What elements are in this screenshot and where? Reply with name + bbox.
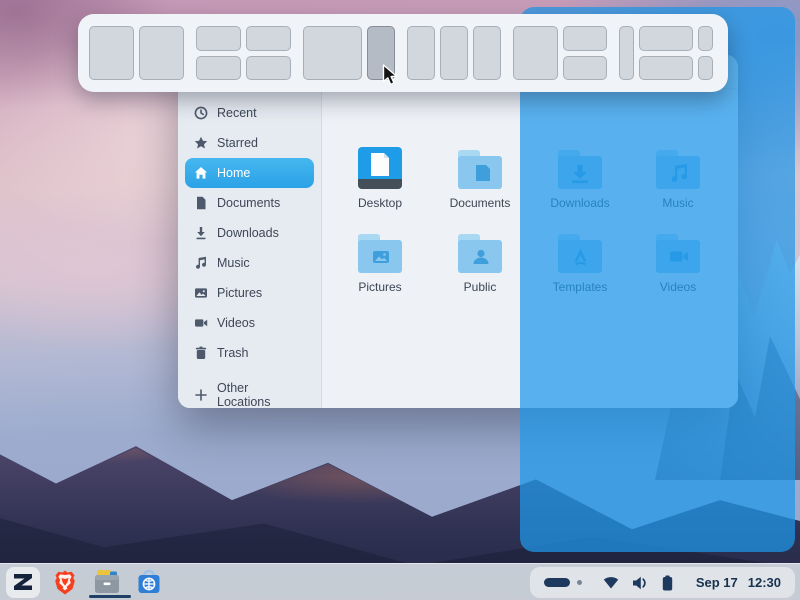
picture-icon bbox=[194, 286, 208, 300]
sidebar-item-documents[interactable]: Documents bbox=[185, 188, 314, 218]
software-store-button[interactable] bbox=[132, 567, 166, 598]
layout-cell[interactable] bbox=[246, 26, 291, 51]
layout-cell[interactable] bbox=[407, 26, 435, 80]
file-manager-sidebar: Recent Starred Home Documents Downloads … bbox=[178, 89, 322, 408]
download-icon bbox=[194, 226, 208, 240]
workspace-indicator-current[interactable] bbox=[544, 578, 570, 587]
layout-cell[interactable] bbox=[473, 26, 501, 80]
layout-cell[interactable] bbox=[89, 26, 134, 80]
folder-tile-pictures[interactable]: Pictures bbox=[336, 230, 424, 294]
layout-option-center-focus[interactable] bbox=[619, 26, 713, 80]
running-app-indicator bbox=[89, 595, 131, 598]
layout-cell[interactable] bbox=[563, 56, 608, 81]
brave-browser-button[interactable] bbox=[48, 567, 82, 598]
battery-icon bbox=[662, 575, 673, 591]
sidebar-item-label: Starred bbox=[217, 136, 258, 150]
sidebar-item-label: Home bbox=[217, 166, 250, 180]
sidebar-item-label: Trash bbox=[217, 346, 249, 360]
folder-public-icon bbox=[456, 230, 504, 276]
folder-label: Public bbox=[464, 280, 497, 294]
software-store-icon bbox=[136, 569, 162, 595]
folder-label: Documents bbox=[450, 196, 511, 210]
wifi-icon bbox=[603, 576, 619, 589]
file-manager-button[interactable] bbox=[90, 567, 124, 598]
layout-cell[interactable] bbox=[698, 56, 713, 81]
sidebar-item-label: Recent bbox=[217, 106, 257, 120]
zorin-menu-button[interactable] bbox=[6, 567, 40, 598]
layout-cell[interactable] bbox=[639, 56, 693, 81]
sidebar-item-label: Downloads bbox=[217, 226, 279, 240]
layout-cell[interactable] bbox=[196, 26, 241, 51]
sidebar-item-other-locations[interactable]: Other Locations bbox=[185, 380, 314, 408]
mouse-cursor bbox=[382, 64, 400, 88]
layout-cell[interactable] bbox=[196, 56, 241, 81]
layout-cell[interactable] bbox=[440, 26, 468, 80]
sidebar-item-label: Pictures bbox=[217, 286, 262, 300]
sidebar-item-label: Music bbox=[217, 256, 250, 270]
sidebar-item-videos[interactable]: Videos bbox=[185, 308, 314, 338]
layout-option-four-quadrants[interactable] bbox=[196, 26, 291, 80]
desktop-icon bbox=[356, 146, 404, 192]
clock-time: 12:30 bbox=[748, 575, 781, 590]
clock-icon bbox=[194, 106, 208, 120]
sidebar-item-label: Other Locations bbox=[217, 381, 305, 408]
layout-cell[interactable] bbox=[619, 26, 634, 80]
layout-cell[interactable] bbox=[513, 26, 558, 80]
layout-cell[interactable] bbox=[639, 26, 693, 51]
volume-icon bbox=[632, 576, 649, 590]
sidebar-item-downloads[interactable]: Downloads bbox=[185, 218, 314, 248]
zorin-logo-icon bbox=[11, 570, 35, 594]
trash-icon bbox=[194, 346, 208, 360]
folder-documents-icon bbox=[456, 146, 504, 192]
layout-cell[interactable] bbox=[139, 26, 184, 80]
folder-tile-public[interactable]: Public bbox=[436, 230, 524, 294]
sidebar-item-home[interactable]: Home bbox=[185, 158, 314, 188]
layout-option-half-and-stacked[interactable] bbox=[513, 26, 607, 80]
layout-option-two-columns[interactable] bbox=[89, 26, 184, 80]
folder-label: Desktop bbox=[358, 196, 402, 210]
desktop: ✕ Recent Starred Home Documents Download… bbox=[0, 0, 800, 600]
sidebar-item-pictures[interactable]: Pictures bbox=[185, 278, 314, 308]
plus-icon bbox=[194, 388, 208, 402]
folder-pictures-icon bbox=[356, 230, 404, 276]
system-tray[interactable]: Sep 17 12:30 bbox=[530, 567, 795, 598]
sidebar-item-trash[interactable]: Trash bbox=[185, 338, 314, 368]
layout-cell[interactable] bbox=[698, 26, 713, 51]
snap-layout-popup bbox=[78, 14, 728, 92]
layout-cell[interactable] bbox=[246, 56, 291, 81]
taskbar-app-buttons bbox=[0, 564, 166, 600]
layout-cell[interactable] bbox=[563, 26, 608, 51]
folder-label: Pictures bbox=[358, 280, 401, 294]
music-note-icon bbox=[194, 256, 208, 270]
star-icon bbox=[194, 136, 208, 150]
taskbar: Sep 17 12:30 bbox=[0, 563, 800, 600]
video-camera-icon bbox=[194, 316, 208, 330]
file-manager-icon bbox=[93, 569, 121, 595]
sidebar-item-label: Videos bbox=[217, 316, 255, 330]
document-icon bbox=[194, 196, 208, 210]
layout-cell[interactable] bbox=[303, 26, 362, 80]
sidebar-item-starred[interactable]: Starred bbox=[185, 128, 314, 158]
taskbar-clock[interactable]: Sep 17 12:30 bbox=[696, 575, 781, 590]
sidebar-item-label: Documents bbox=[217, 196, 280, 210]
folder-tile-desktop[interactable]: Desktop bbox=[336, 146, 424, 210]
folder-tile-documents[interactable]: Documents bbox=[436, 146, 524, 210]
sidebar-item-recent[interactable]: Recent bbox=[185, 98, 314, 128]
brave-browser-icon bbox=[53, 569, 77, 596]
sidebar-item-music[interactable]: Music bbox=[185, 248, 314, 278]
layout-option-three-columns[interactable] bbox=[407, 26, 501, 80]
clock-date: Sep 17 bbox=[696, 575, 738, 590]
home-icon bbox=[194, 166, 208, 180]
workspace-indicator-other[interactable] bbox=[577, 580, 582, 585]
